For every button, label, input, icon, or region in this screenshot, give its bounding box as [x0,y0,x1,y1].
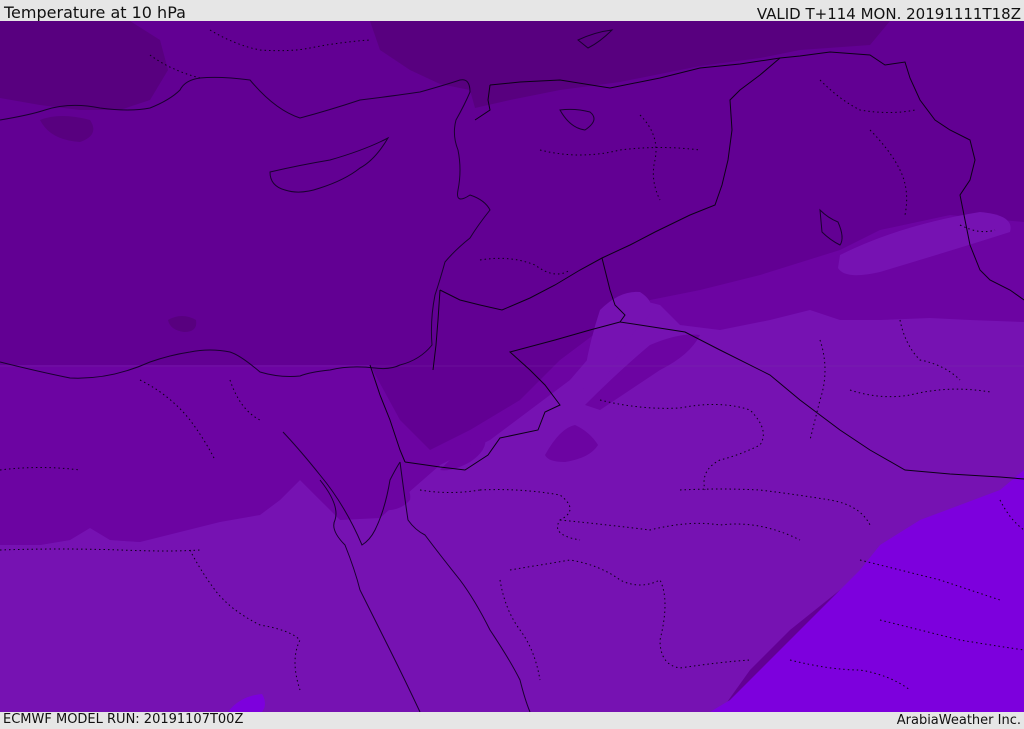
credit-label: ArabiaWeather Inc. [896,713,1021,728]
map-frame: Temperature at 10 hPa VALID T+114 MON. 2… [0,0,1024,729]
shading-darkest-northwest [0,21,168,110]
model-run-label: ECMWF MODEL RUN: 20191107T00Z [3,712,244,727]
temperature-map [0,21,1024,712]
header-bar: Temperature at 10 hPa VALID T+114 MON. 2… [0,0,1024,23]
map-title: Temperature at 10 hPa [4,3,186,22]
valid-time-label: VALID T+114 MON. 20191111T18Z [756,5,1021,23]
footer-bar: ECMWF MODEL RUN: 20191107T00Z ArabiaWeat… [0,712,1024,729]
